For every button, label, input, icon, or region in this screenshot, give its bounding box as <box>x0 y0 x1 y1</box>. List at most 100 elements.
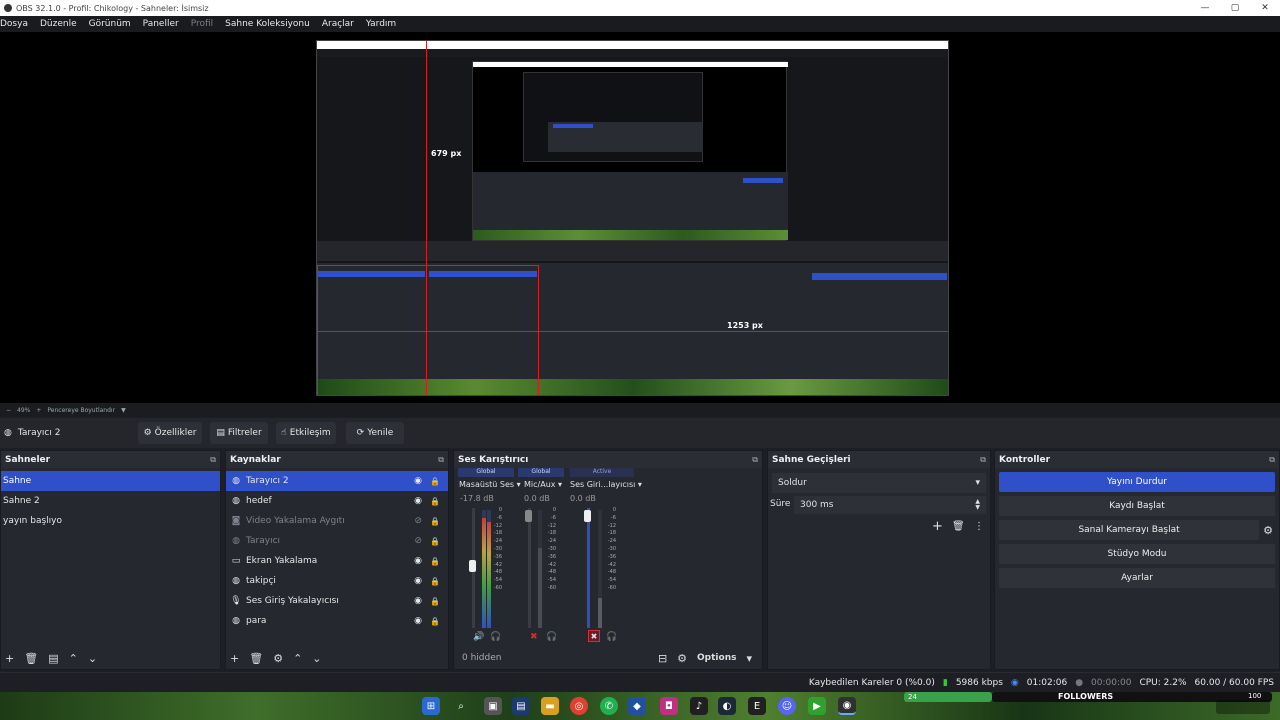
transition-menu-icon[interactable]: ⋮ <box>974 521 984 532</box>
volume-slider-track[interactable] <box>528 508 531 628</box>
zoom-mode[interactable]: Pencereye Boyutlandır <box>47 407 115 414</box>
volume-slider-handle[interactable] <box>525 510 532 522</box>
spinner-icon[interactable]: ▲ ▼ <box>975 499 980 511</box>
volume-slider-handle[interactable] <box>584 510 591 522</box>
remove-scene-icon[interactable]: 🗑 <box>24 652 38 665</box>
instagram-icon[interactable]: ◘ <box>660 697 678 715</box>
refresh-button[interactable]: ⟳ Yenile <box>346 422 404 444</box>
zoom-plus-icon[interactable]: + <box>36 407 41 414</box>
zoom-dropdown-icon[interactable]: ▼ <box>121 407 126 414</box>
transition-select[interactable]: Soldur ▾ <box>772 473 986 493</box>
channel-name[interactable]: Ses Giri...layıcısı ▾ <box>570 480 642 489</box>
properties-button[interactable]: ⚙ Özellikler <box>138 422 202 444</box>
headphones-icon[interactable]: 🎧 <box>490 632 501 642</box>
menu-docks[interactable]: Paneller <box>143 19 185 29</box>
remove-source-icon[interactable]: 🗑 <box>249 652 263 665</box>
source-item[interactable]: ▭ Ekran Yakalama ◉ 🔒 <box>226 551 448 571</box>
move-up-icon[interactable]: ⌃ <box>293 652 302 665</box>
add-transition-icon[interactable]: + <box>932 519 943 534</box>
selection-box[interactable] <box>317 265 539 395</box>
dock-undock-icon[interactable]: ⧉ <box>752 455 758 465</box>
source-item[interactable]: ◍ takipçi ◉ 🔒 <box>226 571 448 591</box>
source-item[interactable]: ◍ hedef ◉ 🔒 <box>226 491 448 511</box>
app-icon[interactable]: ◆ <box>628 697 646 715</box>
lock-icon[interactable]: 🔒 <box>430 477 440 486</box>
terminal-icon[interactable]: ▶ <box>808 697 826 715</box>
dock-undock-icon[interactable]: ⧉ <box>438 455 444 465</box>
start-recording-button[interactable]: Kaydı Başlat <box>999 496 1275 516</box>
options-dropdown-icon[interactable]: ▾ <box>746 652 752 665</box>
menu-help[interactable]: Yardım <box>366 19 402 29</box>
dock-undock-icon[interactable]: ⧉ <box>210 455 216 465</box>
system-tray[interactable] <box>1216 700 1270 714</box>
source-item[interactable]: ◍ Tarayıcı 2 ◉ 🔒 <box>226 471 448 491</box>
headphones-icon[interactable]: 🎧 <box>606 632 617 642</box>
add-source-icon[interactable]: + <box>230 652 239 665</box>
whatsapp-icon[interactable]: ✆ <box>600 697 618 715</box>
channel-name[interactable]: Masaüstü Ses ▾ <box>459 480 521 489</box>
duration-input[interactable]: 300 ms ▲ ▼ <box>794 496 986 514</box>
eye-hidden-icon[interactable]: ⊘ <box>414 536 422 546</box>
filters-button[interactable]: ▤ Filtreler <box>210 422 268 444</box>
add-scene-icon[interactable]: + <box>5 652 14 665</box>
tiktok-icon[interactable]: ♪ <box>690 697 708 715</box>
scene-item[interactable]: Sahne <box>1 471 220 491</box>
source-item[interactable]: ◍ Tarayıcı ⊘ 🔒 <box>226 531 448 551</box>
source-item[interactable]: 🎙 Ses Giriş Yakalayıcısı ◉ 🔒 <box>226 591 448 611</box>
menu-file[interactable]: Dosya <box>0 19 34 29</box>
zoom-minus-icon[interactable]: − <box>6 407 11 414</box>
discord-icon[interactable]: ☺ <box>778 697 796 715</box>
maximize-button[interactable]: ▢ <box>1220 0 1250 16</box>
speaker-icon[interactable]: 🔊 <box>473 632 484 642</box>
layout-icon[interactable]: ⊟ <box>658 652 667 665</box>
scene-item[interactable]: yayın başlıyo <box>1 511 220 531</box>
eye-icon[interactable]: ◉ <box>414 476 422 486</box>
settings-button[interactable]: Ayarlar <box>999 568 1275 588</box>
eye-icon[interactable]: ◉ <box>414 596 422 606</box>
menu-tools[interactable]: Araçlar <box>322 19 360 29</box>
move-down-icon[interactable]: ⌄ <box>312 652 321 665</box>
muted-speaker-icon[interactable]: ✖ <box>588 630 600 642</box>
lock-icon[interactable]: 🔒 <box>430 557 440 566</box>
filters-icon[interactable]: ▤ <box>48 652 58 665</box>
lock-icon[interactable]: 🔒 <box>430 537 440 546</box>
move-up-icon[interactable]: ⌃ <box>69 652 78 665</box>
move-down-icon[interactable]: ⌄ <box>88 652 97 665</box>
lock-icon[interactable]: 🔒 <box>430 517 440 526</box>
lock-icon[interactable]: 🔒 <box>430 577 440 586</box>
dock-undock-icon[interactable]: ⧉ <box>980 455 986 465</box>
lock-icon[interactable]: 🔒 <box>430 497 440 506</box>
volume-slider-handle[interactable] <box>469 560 476 572</box>
remove-transition-icon[interactable]: 🗑 <box>952 521 965 532</box>
options-button[interactable]: Options <box>697 653 736 663</box>
lock-icon[interactable]: 🔒 <box>430 597 440 606</box>
stop-stream-button[interactable]: Yayını Durdur <box>999 472 1275 492</box>
dock-undock-icon[interactable]: ⧉ <box>1269 455 1275 465</box>
minimize-button[interactable]: — <box>1190 0 1220 16</box>
store-icon[interactable]: ▤ <box>512 697 530 715</box>
menu-profile[interactable]: Profil <box>191 19 219 29</box>
source-item[interactable]: ◍ para ◉ 🔒 <box>226 611 448 631</box>
eye-hidden-icon[interactable]: ⊘ <box>414 516 422 526</box>
scene-item[interactable]: Sahne 2 <box>1 491 220 511</box>
menu-scene-collection[interactable]: Sahne Koleksiyonu <box>225 19 316 29</box>
taskview-icon[interactable]: ▣ <box>484 697 502 715</box>
start-virtual-camera-button[interactable]: Sanal Kamerayı Başlat <box>999 520 1260 540</box>
lock-icon[interactable]: 🔒 <box>430 617 440 626</box>
headphones-icon[interactable]: 🎧 <box>546 632 557 642</box>
gear-icon[interactable]: ⚙ <box>1263 524 1273 537</box>
menu-view[interactable]: Görünüm <box>89 19 137 29</box>
eye-icon[interactable]: ◉ <box>414 496 422 506</box>
preview-canvas[interactable]: 679 px 1253 px <box>316 40 949 396</box>
menu-edit[interactable]: Düzenle <box>40 19 83 29</box>
start-icon[interactable]: ⊞ <box>422 697 440 715</box>
eye-icon[interactable]: ◉ <box>414 616 422 626</box>
eye-icon[interactable]: ◉ <box>414 576 422 586</box>
explorer-icon[interactable]: ▬ <box>541 697 559 715</box>
advanced-audio-icon[interactable]: ⚙ <box>677 652 687 665</box>
channel-name[interactable]: Mic/Aux ▾ <box>524 480 562 489</box>
steam-icon[interactable]: ◐ <box>718 697 736 715</box>
search-icon[interactable]: ⌕ <box>452 697 470 715</box>
epic-icon[interactable]: E <box>748 697 766 715</box>
source-settings-icon[interactable]: ⚙ <box>273 652 283 665</box>
